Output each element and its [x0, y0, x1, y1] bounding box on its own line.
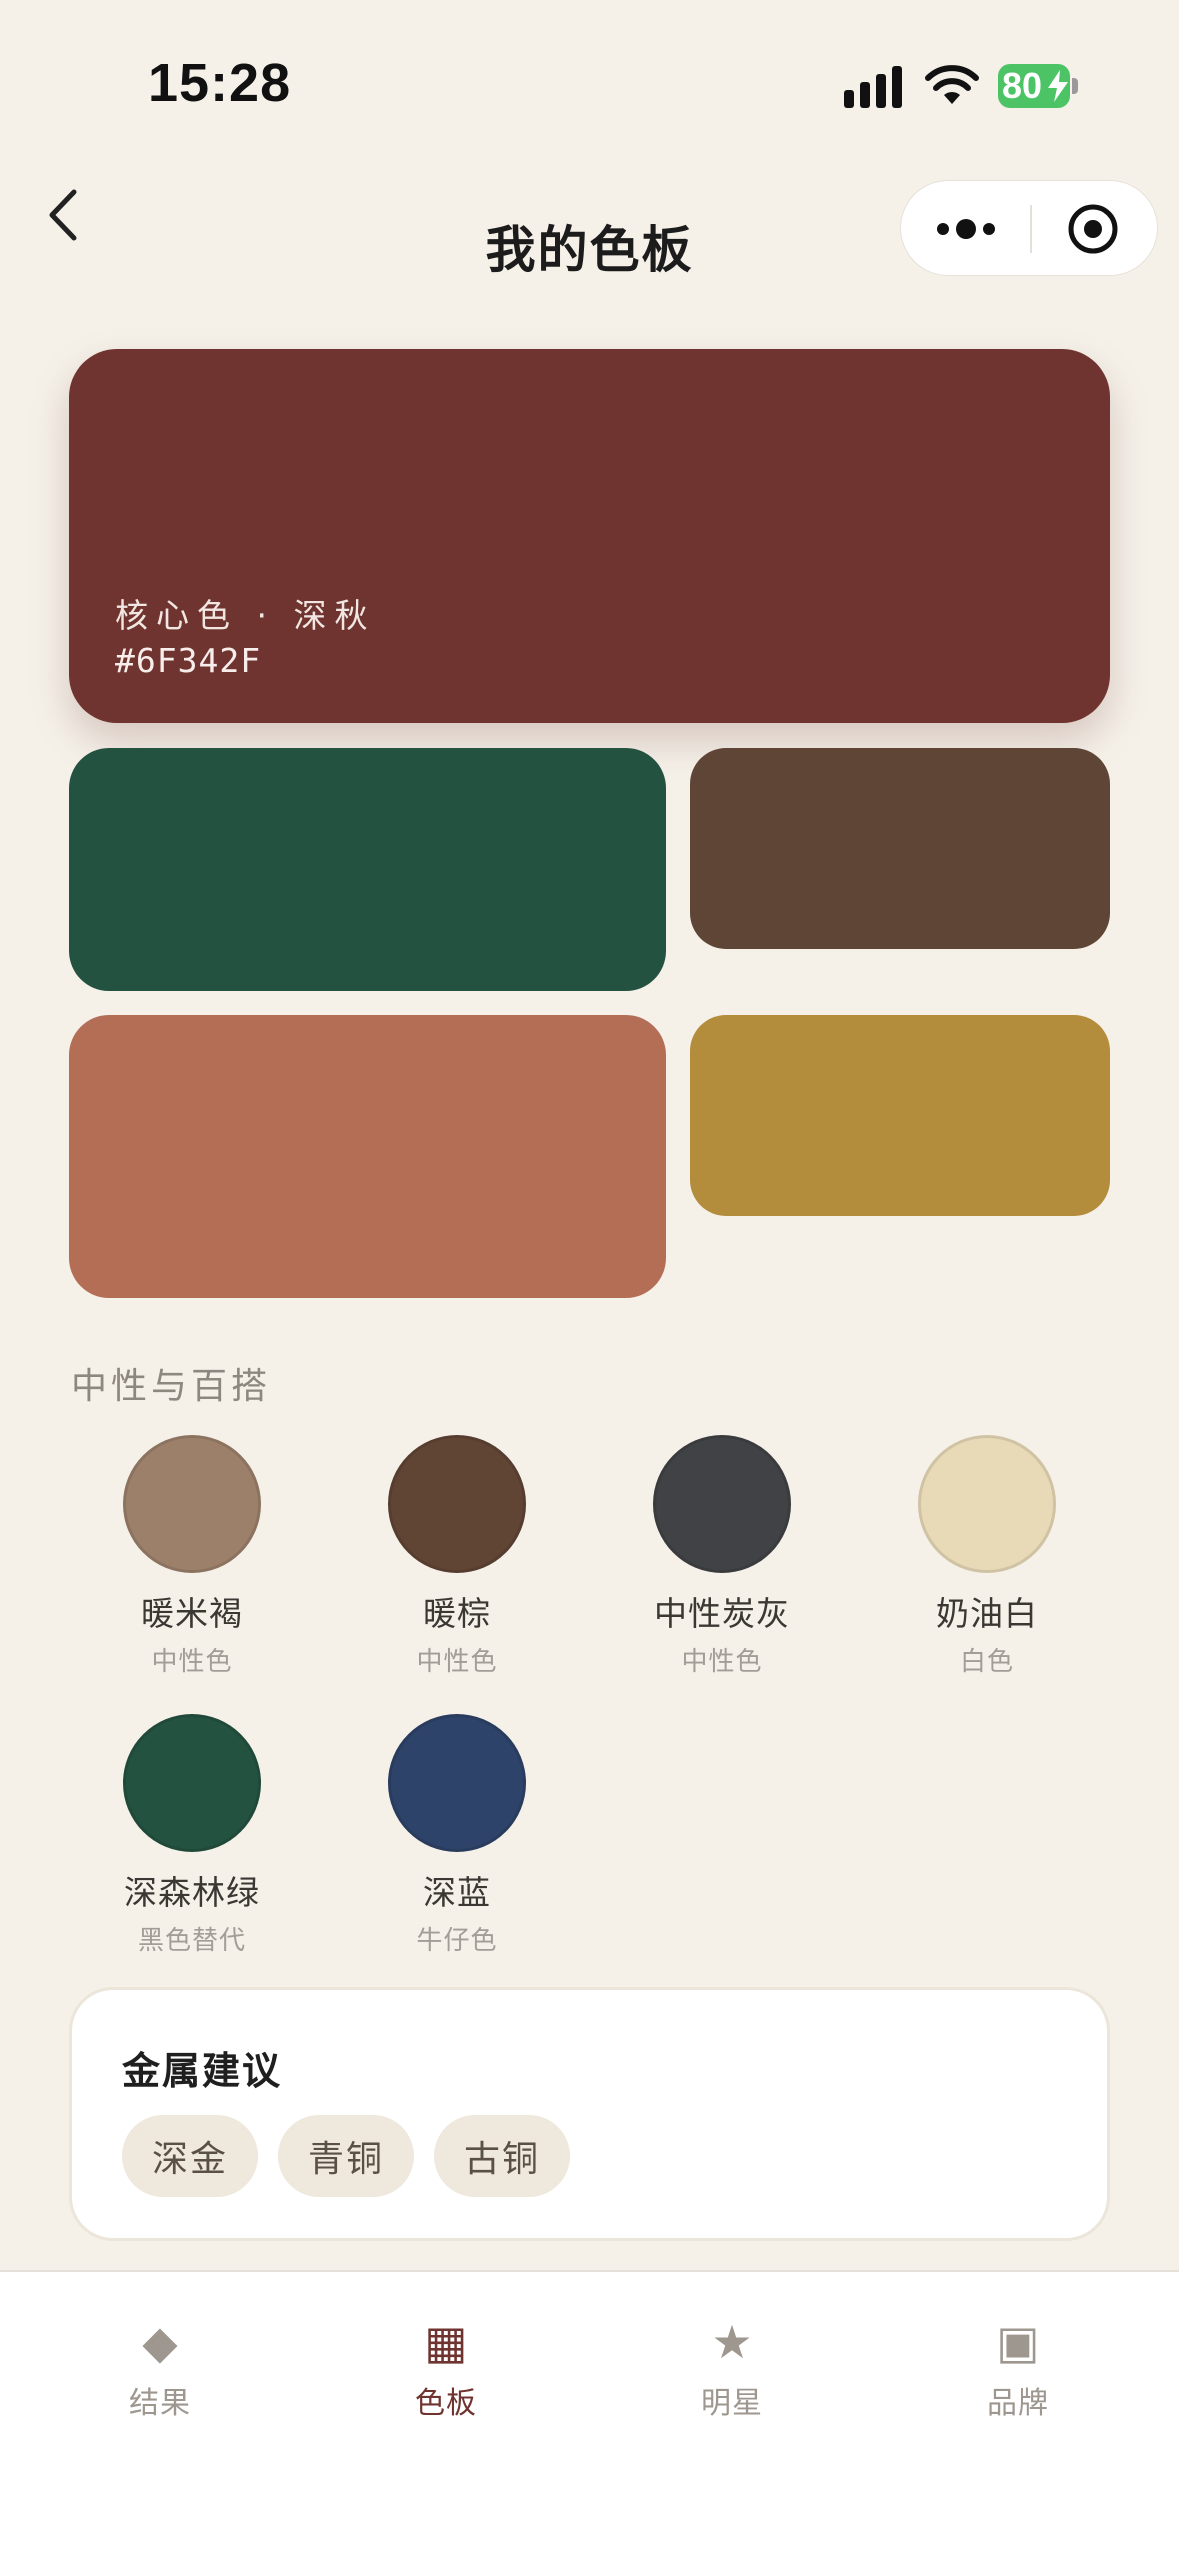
color-category: 中性色 [151, 1647, 233, 1677]
swatch-card[interactable] [69, 748, 666, 991]
battery-level: 80 [1002, 65, 1043, 106]
more-icon[interactable] [935, 211, 997, 247]
tab-label: 色板 [415, 2386, 477, 2421]
color-category: 中性色 [416, 1647, 498, 1677]
color-name: 奶油白 [936, 1594, 1038, 1633]
color-dot [123, 1435, 261, 1573]
tab-celebrities[interactable]: ★ 明星 [632, 2312, 832, 2422]
color-dot [918, 1435, 1056, 1573]
wifi-icon [925, 65, 979, 104]
tab-label: 结果 [129, 2386, 191, 2421]
neutral-color-item[interactable]: 奶油白 白色 [854, 1435, 1120, 1678]
tab-brands[interactable]: ▣ 品牌 [918, 2312, 1118, 2422]
status-time: 15:28 [148, 53, 292, 113]
color-name: 暖米褐 [141, 1594, 243, 1633]
metal-tag[interactable]: 青铜 [278, 2115, 415, 2197]
color-name: 暖棕 [423, 1594, 491, 1633]
tab-label: 明星 [701, 2386, 763, 2421]
color-name: 深森林绿 [124, 1873, 260, 1912]
star-icon: ★ [711, 2315, 753, 2369]
color-name: 深蓝 [423, 1873, 491, 1912]
tab-label: 品牌 [987, 2386, 1049, 2421]
mini-program-capsule [900, 180, 1158, 276]
metal-tag[interactable]: 古铜 [434, 2115, 571, 2197]
grid-icon: ▦ [424, 2315, 468, 2369]
swatch-card[interactable] [690, 748, 1110, 949]
battery-icon: 80 [998, 64, 1078, 108]
capsule-divider [1030, 205, 1032, 253]
neutral-color-item[interactable]: 中性炭灰 中性色 [589, 1435, 855, 1678]
neutral-color-item[interactable]: 深蓝 牛仔色 [324, 1714, 590, 1957]
metal-suggestion-card: 金属建议 深金 青铜 古铜 [69, 1987, 1110, 2241]
core-color-label: 核心色 · 深秋 [115, 596, 376, 635]
neutral-color-item[interactable]: 暖棕 中性色 [324, 1435, 590, 1678]
tab-bar: ◆ 结果 ▦ 色板 ★ 明星 ▣ 品牌 [0, 2270, 1179, 2556]
metal-card-title: 金属建议 [122, 2049, 283, 2093]
color-dot [388, 1714, 526, 1852]
color-dot [123, 1714, 261, 1852]
color-category: 白色 [959, 1647, 1014, 1677]
color-category: 牛仔色 [416, 1926, 498, 1956]
diamond-icon: ◆ [142, 2315, 178, 2369]
neutrals-section-title: 中性与百搭 [71, 1366, 272, 1407]
status-bar: 15:28 80 [0, 0, 1179, 150]
core-color-card[interactable]: 核心色 · 深秋 #6F342F [69, 349, 1110, 723]
tab-results[interactable]: ◆ 结果 [60, 2312, 260, 2422]
signal-icon [844, 66, 904, 108]
tab-palette[interactable]: ▦ 色板 [346, 2312, 546, 2422]
color-category: 黑色替代 [137, 1926, 246, 1956]
close-target-icon[interactable] [1067, 203, 1119, 255]
color-dot [388, 1435, 526, 1573]
swatch-card[interactable] [69, 1015, 666, 1298]
swatch-card[interactable] [690, 1015, 1110, 1216]
neutral-color-item[interactable]: 深森林绿 黑色替代 [59, 1714, 325, 1957]
color-dot [653, 1435, 791, 1573]
square-icon: ▣ [996, 2315, 1040, 2369]
color-name: 中性炭灰 [654, 1594, 790, 1633]
color-category: 中性色 [681, 1647, 763, 1677]
neutral-color-item[interactable]: 暖米褐 中性色 [59, 1435, 325, 1678]
core-color-hex: #6F342F [115, 641, 262, 680]
metal-tag[interactable]: 深金 [122, 2115, 259, 2197]
metal-tag-list: 深金 青铜 古铜 [122, 2115, 571, 2197]
